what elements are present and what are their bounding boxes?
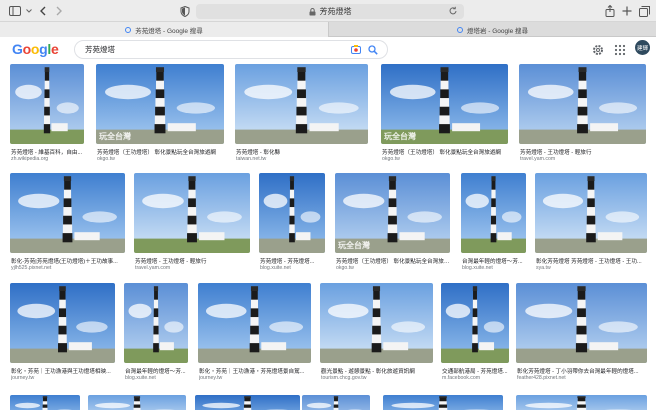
lighthouse-thumbnail[interactable] bbox=[519, 64, 646, 144]
lighthouse-thumbnail[interactable] bbox=[441, 283, 509, 363]
watermark-logo: 玩全台灣 bbox=[338, 241, 370, 250]
tab-inactive[interactable]: 燈塔岩 - Google 搜尋 bbox=[328, 22, 656, 37]
result-source[interactable]: journey.tw bbox=[11, 375, 116, 381]
lighthouse-thumbnail[interactable] bbox=[10, 283, 115, 363]
result-source[interactable]: zh.wikipedia.org bbox=[11, 156, 85, 162]
result-caption[interactable]: 彰化-芳苑|芳苑燈塔(王功燈塔)＋王功故事... bbox=[11, 257, 126, 265]
lighthouse-thumbnail[interactable]: 玩全台灣 bbox=[335, 173, 450, 253]
result-source[interactable]: feather428.pixnet.net bbox=[517, 375, 648, 381]
address-text: 芳苑燈塔 bbox=[319, 7, 352, 16]
lighthouse-thumbnail[interactable] bbox=[198, 283, 311, 363]
result-source[interactable]: journey.tw bbox=[199, 375, 312, 381]
result-source[interactable]: okgo.tw bbox=[382, 156, 509, 162]
result-caption[interactable]: 芳苑燈塔（王功燈塔） 彰化景點玩全台灣旅遊網 bbox=[336, 257, 451, 265]
result-caption[interactable]: 芳苑燈塔 - 彰化縣 bbox=[236, 148, 369, 156]
lighthouse-thumbnail[interactable] bbox=[124, 283, 188, 363]
lighthouse-thumbnail[interactable] bbox=[235, 64, 368, 144]
lighthouse-thumbnail[interactable] bbox=[88, 395, 186, 410]
lighthouse-thumbnail[interactable] bbox=[10, 173, 125, 253]
result-source[interactable]: okgo.tw bbox=[336, 265, 451, 271]
lighthouse-thumbnail[interactable] bbox=[516, 395, 647, 410]
result-caption[interactable]: 台灣最年輕的燈塔～芳... bbox=[462, 257, 527, 265]
result-caption[interactable]: 芳苑燈塔 - 王功燈塔 - 輕旅行 bbox=[135, 257, 251, 265]
result-source[interactable]: yjlh525.pixnet.net bbox=[11, 265, 126, 271]
google-logo[interactable]: Google bbox=[12, 41, 59, 57]
browser-toolbar: 芳苑燈塔 bbox=[0, 0, 656, 22]
lighthouse-thumbnail[interactable] bbox=[195, 395, 300, 410]
sidebar-icon[interactable] bbox=[8, 4, 22, 18]
result-source[interactable]: blog.xuite.net bbox=[260, 265, 326, 271]
lock-icon bbox=[309, 7, 316, 16]
shield-icon[interactable] bbox=[178, 4, 192, 18]
back-icon[interactable] bbox=[36, 4, 50, 18]
reload-icon[interactable] bbox=[448, 6, 458, 16]
lighthouse-thumbnail[interactable] bbox=[383, 395, 503, 410]
lighthouse-thumbnail[interactable] bbox=[134, 173, 250, 253]
lighthouse-thumbnail[interactable] bbox=[10, 395, 80, 410]
apps-grid-icon[interactable] bbox=[614, 43, 626, 56]
result-source[interactable]: travel.yam.com bbox=[520, 156, 647, 162]
camera-icon[interactable] bbox=[351, 45, 361, 54]
lighthouse-thumbnail[interactable]: 玩全台灣 bbox=[381, 64, 508, 144]
forward-icon[interactable] bbox=[52, 4, 66, 18]
search-input[interactable]: 芳苑燈塔 bbox=[85, 44, 115, 55]
gear-icon[interactable] bbox=[592, 43, 604, 55]
result-caption[interactable]: 觀光景點 - 遊憩景點 - 彰化旅遊資訊網 bbox=[321, 367, 434, 375]
result-caption[interactable]: 交通部航港局 - 芳苑燈塔... bbox=[442, 367, 510, 375]
google-favicon-icon bbox=[456, 26, 463, 33]
watermark-logo: 玩全台灣 bbox=[384, 132, 416, 141]
result-source[interactable]: blog.xuite.net bbox=[125, 375, 189, 381]
result-source[interactable]: travel.yam.com bbox=[135, 265, 251, 271]
result-caption[interactable]: 芳苑燈塔（王功燈塔） 彰化景點玩全台灣旅遊網 bbox=[97, 148, 225, 156]
tab-title: 芳苑燈塔 - Google 搜尋 bbox=[135, 27, 203, 35]
lighthouse-thumbnail[interactable]: 玩全台灣 bbox=[96, 64, 224, 144]
result-caption[interactable]: 芳苑燈塔 - 維基百科，自由... bbox=[11, 148, 85, 156]
google-header: Google 芳苑燈塔 bbox=[0, 37, 656, 63]
result-source[interactable]: sya.tw bbox=[536, 265, 648, 271]
chevron-down-icon[interactable] bbox=[22, 4, 36, 18]
result-caption[interactable]: 彰化芳苑燈塔 - 丁小羽帶你去台灣最年輕的燈塔... bbox=[517, 367, 648, 375]
result-caption[interactable]: 芳苑燈塔 - 芳苑燈塔... bbox=[260, 257, 326, 265]
lighthouse-thumbnail[interactable] bbox=[516, 283, 647, 363]
new-tab-icon[interactable] bbox=[620, 4, 634, 18]
search-icon[interactable] bbox=[368, 45, 378, 55]
tab-bar: 芳苑燈塔 - Google 搜尋 燈塔岩 - Google 搜尋 bbox=[0, 22, 656, 37]
lighthouse-thumbnail[interactable] bbox=[320, 283, 433, 363]
search-box[interactable]: 芳苑燈塔 bbox=[74, 40, 388, 59]
lighthouse-thumbnail[interactable] bbox=[259, 173, 325, 253]
result-source[interactable]: okgo.tw bbox=[97, 156, 225, 162]
result-caption[interactable]: 芳苑燈塔（王功燈塔） 彰化景點玩全台灣旅遊網 bbox=[382, 148, 509, 156]
result-source[interactable]: m.facebook.com bbox=[442, 375, 510, 381]
lighthouse-thumbnail[interactable] bbox=[535, 173, 647, 253]
tab-title: 燈塔岩 - Google 搜尋 bbox=[466, 27, 529, 35]
address-bar[interactable]: 芳苑燈塔 bbox=[196, 4, 464, 19]
result-caption[interactable]: 彰化・芳苑｜王功漁港・芳苑燈塔景自駕... bbox=[199, 367, 312, 375]
google-favicon-icon bbox=[125, 26, 132, 33]
tab-overview-icon[interactable] bbox=[637, 4, 651, 18]
image-results-grid: 芳苑燈塔 - 維基百科，自由... zh.wikipedia.org 玩全台灣 芳苑燈… bbox=[0, 62, 656, 410]
result-caption[interactable]: 彰化・芳苑｜王功漁港與王功燈塔相映... bbox=[11, 367, 116, 375]
lighthouse-thumbnail[interactable] bbox=[10, 64, 84, 144]
result-caption[interactable]: 台灣最年輕的燈塔～芳... bbox=[125, 367, 189, 375]
result-source[interactable]: taiwan.net.tw bbox=[236, 156, 369, 162]
result-caption[interactable]: 彰化芳苑燈塔 芳苑燈塔 - 王功燈塔 - 王功... bbox=[536, 257, 648, 265]
tab-active[interactable]: 芳苑燈塔 - Google 搜尋 bbox=[0, 22, 328, 37]
share-icon[interactable] bbox=[603, 4, 617, 18]
avatar[interactable]: 建輝 bbox=[635, 40, 650, 55]
lighthouse-thumbnail[interactable] bbox=[302, 395, 370, 410]
result-source[interactable]: tourism.chcg.gov.tw bbox=[321, 375, 434, 381]
lighthouse-thumbnail[interactable] bbox=[461, 173, 526, 253]
watermark-logo: 玩全台灣 bbox=[99, 132, 131, 141]
result-source[interactable]: blog.xuite.net bbox=[462, 265, 527, 271]
result-caption[interactable]: 芳苑燈塔 - 王功燈塔 - 輕旅行 bbox=[520, 148, 647, 156]
